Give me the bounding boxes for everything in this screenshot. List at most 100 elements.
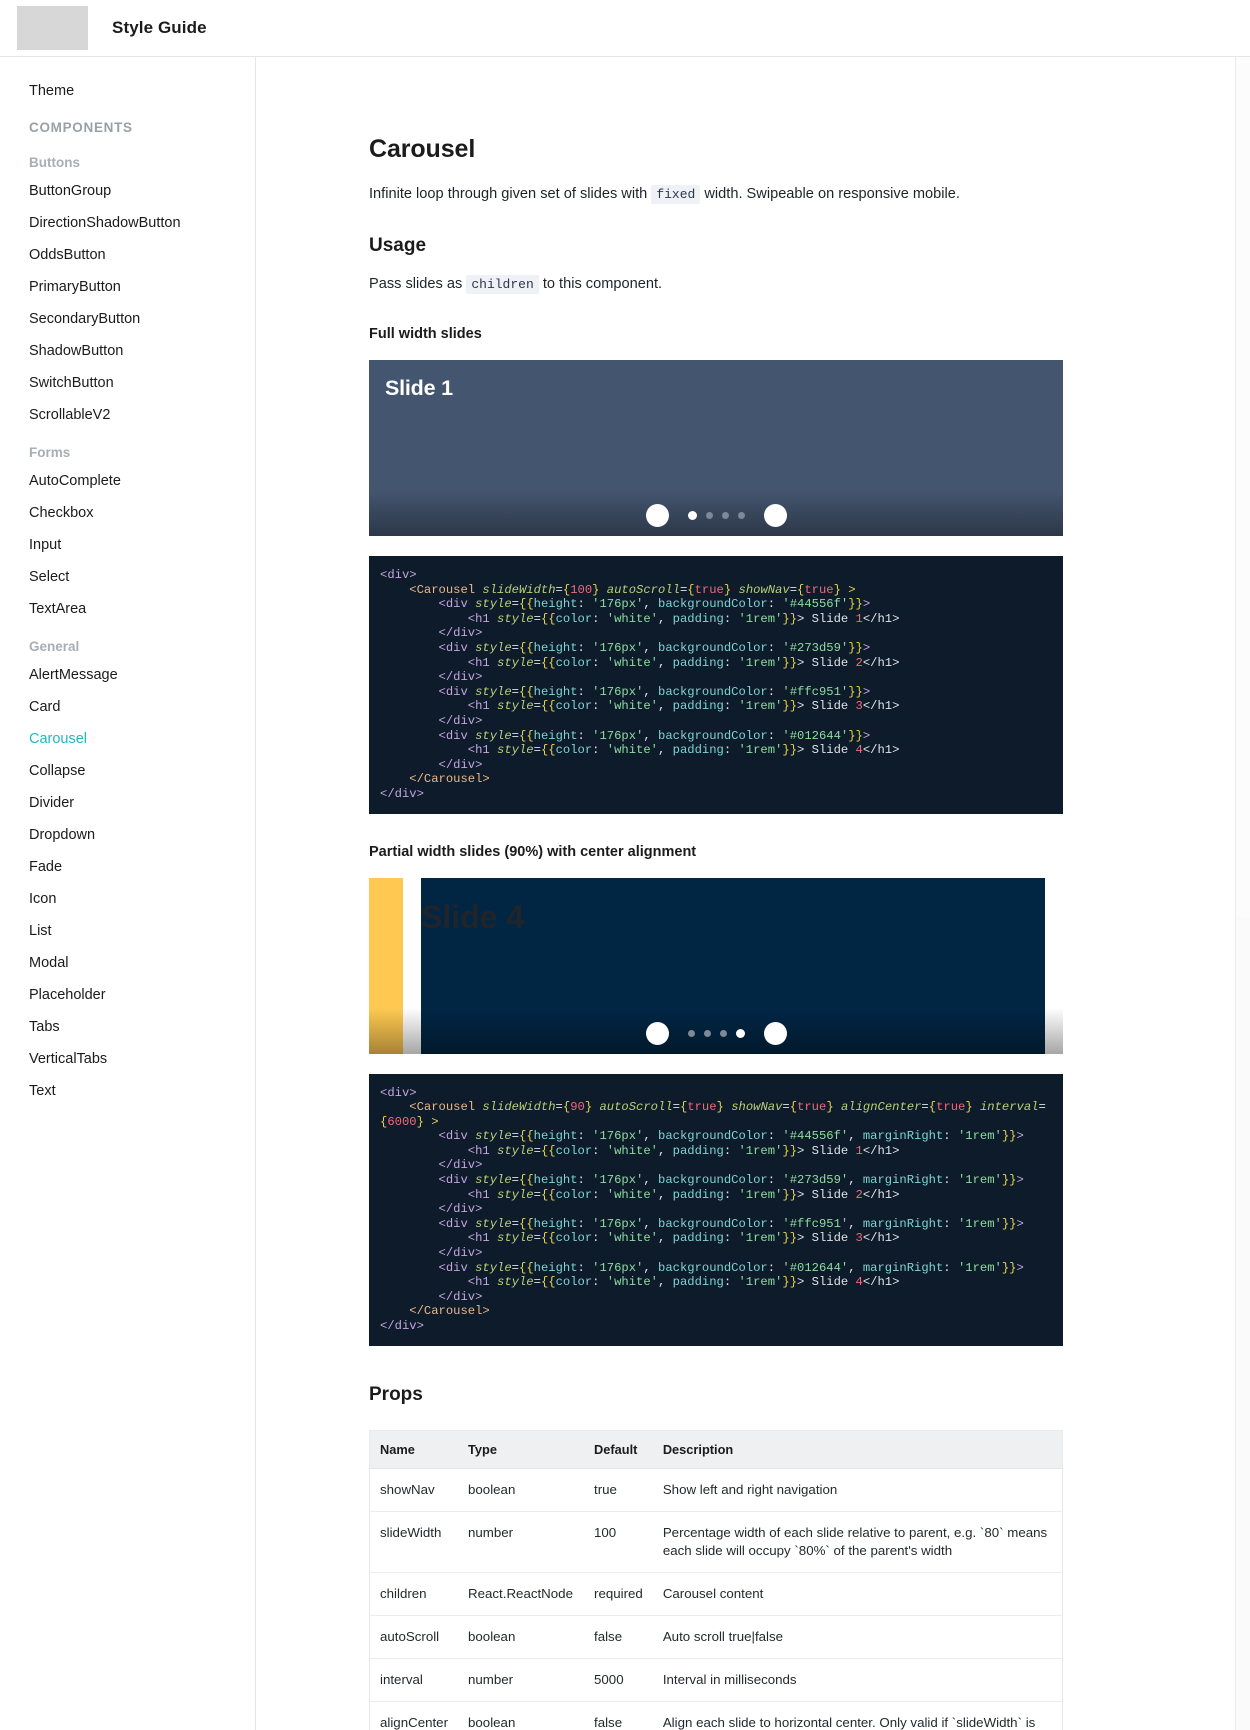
sidebar-item-placeholder[interactable]: Placeholder: [0, 979, 255, 1011]
carousel-dot[interactable]: [705, 512, 713, 519]
sidebar-item-dropdown[interactable]: Dropdown: [0, 819, 255, 851]
carousel-dot[interactable]: [721, 512, 729, 519]
table-cell: false: [584, 1615, 653, 1659]
code-token: '1rem': [957, 1216, 1002, 1231]
code-token: }}: [1001, 1173, 1017, 1188]
sidebar-item-tabs[interactable]: Tabs: [0, 1011, 255, 1043]
sidebar-item-directionshadowbutton[interactable]: DirectionShadowButton: [0, 207, 255, 239]
code-token: </h1>: [862, 1275, 900, 1290]
prev-arrow-icon[interactable]: [645, 1021, 669, 1045]
carousel-dot[interactable]: [687, 511, 697, 520]
code-token: }}: [848, 728, 863, 743]
code-token: </div>: [438, 1246, 483, 1261]
app-title: Style Guide: [112, 18, 207, 37]
sidebar-item-textarea[interactable]: TextArea: [0, 593, 255, 625]
code-token: 'white': [606, 611, 658, 626]
code-token: ,: [658, 1143, 673, 1158]
code-token: > Slide: [797, 1275, 856, 1290]
sidebar-item-theme[interactable]: Theme: [0, 75, 255, 107]
carousel-dot[interactable]: [737, 512, 745, 519]
code-token: '1rem': [738, 1231, 783, 1246]
sidebar-item-secondarybutton[interactable]: SecondaryButton: [0, 303, 255, 335]
code-token: 3: [855, 1231, 863, 1246]
code-token: 'white': [606, 1231, 658, 1246]
sidebar-item-checkbox[interactable]: Checkbox: [0, 497, 255, 529]
next-arrow-icon[interactable]: [763, 504, 787, 527]
code-token: </div>: [438, 1158, 483, 1173]
main-content-area: Carousel Infinite loop through given set…: [256, 57, 1250, 1730]
sidebar-item-input[interactable]: Input: [0, 529, 255, 561]
code-token: :: [767, 1260, 783, 1275]
doc-content: Carousel Infinite loop through given set…: [256, 57, 1250, 1730]
sidebar-item-alertmessage[interactable]: AlertMessage: [0, 659, 255, 691]
carousel-full-width[interactable]: Slide 1: [369, 360, 1063, 536]
sidebar-item-scrollablev2[interactable]: ScrollableV2: [0, 399, 255, 431]
table-cell: slideWidth: [370, 1511, 459, 1573]
sidebar-item-divider[interactable]: Divider: [0, 787, 255, 819]
prev-arrow-icon[interactable]: [645, 504, 669, 527]
code-token: height: [533, 1216, 578, 1231]
sidebar-item-carousel[interactable]: Carousel: [0, 723, 255, 755]
code-token: interval: [979, 1100, 1039, 1115]
code-token: ,: [848, 1173, 863, 1188]
code-token: height: [533, 640, 578, 655]
scrollbar-thumb[interactable]: [1237, 57, 1250, 917]
sidebar-item-shadowbutton[interactable]: ShadowButton: [0, 335, 255, 367]
vertical-scrollbar[interactable]: [1235, 57, 1250, 1730]
sidebar-item-select[interactable]: Select: [0, 561, 255, 593]
sidebar-item-icon[interactable]: Icon: [0, 883, 255, 915]
code-token: ,: [643, 684, 659, 699]
code-token: 2: [855, 1187, 863, 1202]
sidebar-item-switchbutton[interactable]: SwitchButton: [0, 367, 255, 399]
code-token: backgroundColor: [658, 1260, 768, 1275]
table-cell: number: [458, 1658, 585, 1702]
sidebar-item-card[interactable]: Card: [0, 691, 255, 723]
code-token: showNav: [731, 1100, 783, 1115]
code-token: color: [555, 655, 593, 670]
next-arrow-icon[interactable]: [763, 1021, 787, 1045]
code-token: <h1: [467, 699, 498, 714]
code-token: {{: [519, 684, 534, 699]
code-token: :: [723, 743, 739, 758]
demo1-heading: Full width slides: [369, 326, 482, 342]
sidebar-item-primarybutton[interactable]: PrimaryButton: [0, 271, 255, 303]
code-token: alignCenter: [840, 1100, 922, 1115]
code-token: :: [577, 597, 593, 612]
demo2-heading: Partial width slides (90%) with center a…: [369, 843, 697, 860]
code-token: backgroundColor: [658, 597, 768, 612]
sidebar-item-list[interactable]: List: [0, 915, 255, 947]
code-token: :: [592, 1275, 607, 1290]
code-token: backgroundColor: [658, 640, 768, 655]
sidebar-item-collapse[interactable]: Collapse: [0, 755, 255, 787]
table-cell: boolean: [458, 1468, 585, 1512]
code-token: showNav: [738, 582, 790, 597]
sidebar-item-fade[interactable]: Fade: [0, 851, 255, 883]
code-token: <div>: [380, 568, 417, 582]
sidebar-item-text[interactable]: Text: [0, 1075, 255, 1107]
sidebar-item-oddsbutton[interactable]: OddsButton: [0, 239, 255, 271]
inline-code-fixed: fixed: [651, 185, 701, 204]
code-token: '1rem': [957, 1129, 1002, 1144]
code-token: <Carousel: [409, 1100, 483, 1115]
sidebar-item-buttongroup[interactable]: ButtonGroup: [0, 175, 255, 207]
carousel-dot[interactable]: [719, 1029, 727, 1037]
code-token: 90: [570, 1100, 585, 1115]
carousel-dot[interactable]: [735, 1028, 745, 1038]
carousel-dots: [687, 511, 745, 520]
carousel-partial-width[interactable]: Slide 4 Sli: [369, 877, 1063, 1054]
code-token: :: [767, 597, 783, 612]
code-token: style: [497, 655, 534, 670]
sidebar-item-verticaltabs[interactable]: VerticalTabs: [0, 1043, 255, 1075]
code-token: =: [533, 1143, 541, 1158]
carousel-dot[interactable]: [703, 1029, 711, 1037]
table-cell: Percentage width of each slide relative …: [652, 1511, 1062, 1573]
code-token: =: [533, 655, 541, 670]
sidebar-item-modal[interactable]: Modal: [0, 947, 255, 979]
sidebar-item-autocomplete[interactable]: AutoComplete: [0, 465, 255, 497]
code-token: }}: [848, 640, 863, 655]
code-token: {{: [540, 1275, 556, 1290]
carousel-dot[interactable]: [687, 1029, 695, 1037]
